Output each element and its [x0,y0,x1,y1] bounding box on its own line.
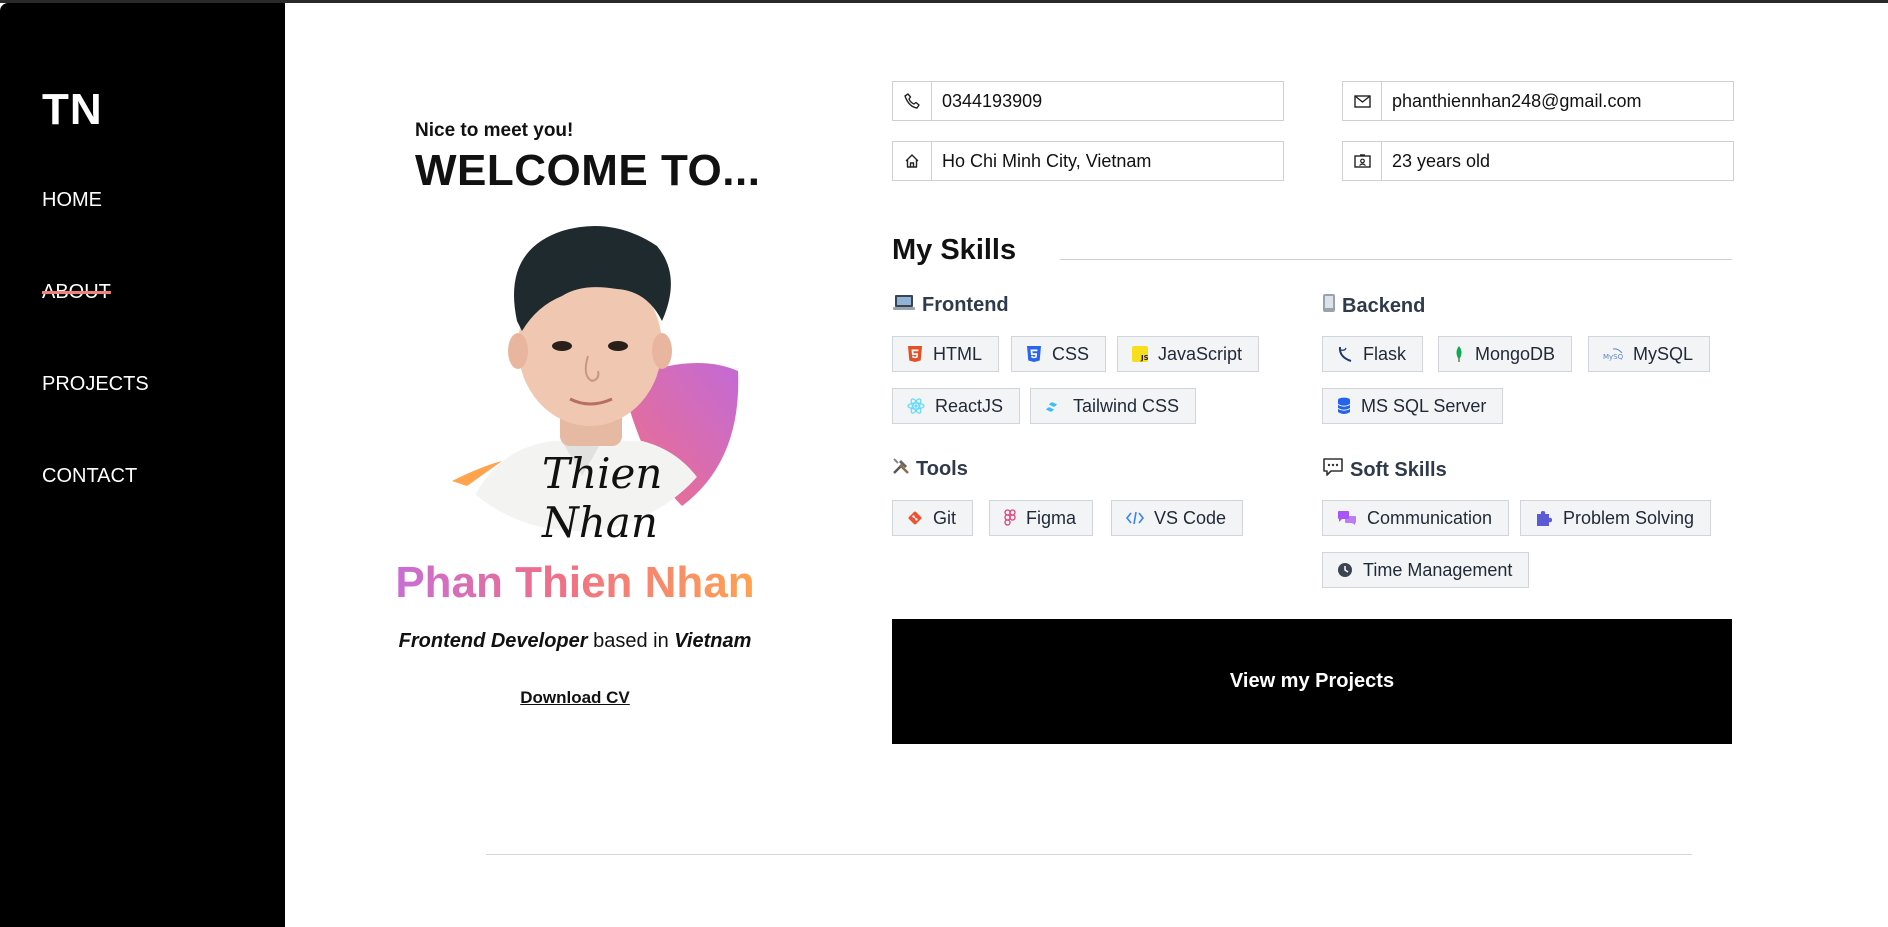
download-cv-link[interactable]: Download CV [392,688,758,708]
chat-icon [1337,510,1357,526]
skill-chip-tailwind[interactable]: Tailwind CSS [1030,388,1197,424]
phone-value: 0344193909 [942,90,1043,111]
skill-chip-javascript[interactable]: JS JavaScript [1117,336,1260,372]
category-soft-skills: Soft Skills [1322,457,1447,483]
skill-chip-html[interactable]: HTML [892,336,999,372]
skill-label: JavaScript [1158,343,1243,364]
view-projects-button[interactable]: View my Projects [892,619,1732,744]
skill-label: Figma [1026,507,1077,528]
email-value: phanthiennhan248@gmail.com [1392,90,1642,111]
id-card-icon [1343,142,1382,180]
phone-icon [893,82,932,120]
greeting-text: Nice to meet you! [415,120,574,141]
tools-icon [892,457,910,481]
figma-icon [1004,509,1016,527]
skill-label: Tailwind CSS [1073,395,1180,416]
flask-icon [1337,345,1353,363]
git-icon [907,510,923,526]
skill-chip-communication[interactable]: Communication [1322,500,1510,536]
nav-item-contact[interactable]: CONTACT [42,465,137,488]
phone-device-icon [1322,293,1336,319]
tagline-place: Vietnam [674,630,752,652]
mysql-icon: MySQL [1603,347,1623,361]
category-frontend: Frontend [892,293,1009,317]
skills-title: My Skills [892,234,1017,266]
skill-chip-git[interactable]: Git [892,500,974,536]
skill-label: Time Management [1363,559,1513,580]
skill-label: ReactJS [935,395,1004,416]
skill-label: CSS [1052,343,1090,364]
tagline: Frontend Developer based in Vietnam [392,630,758,653]
footer-divider [486,854,1692,855]
laptop-icon [892,293,916,317]
category-backend-label: Backend [1342,294,1426,317]
skills-divider [1060,259,1732,260]
skill-label: Problem Solving [1563,507,1695,528]
location-value: Ho Chi Minh City, Vietnam [942,150,1152,171]
html5-icon [907,345,923,363]
nav-item-about[interactable]: ABOUT [42,281,111,304]
tagline-mid: based in [587,630,675,652]
age-field: 23 years old [1342,141,1734,181]
mongodb-leaf-icon [1453,345,1465,363]
home-icon [893,142,932,180]
signature: Thien Nhan [542,449,663,547]
mail-icon [1343,82,1382,120]
nav-item-projects[interactable]: PROJECTS [42,373,149,396]
category-tools: Tools [892,457,968,481]
code-icon [1126,511,1144,525]
skill-label: MongoDB [1475,343,1556,364]
skill-label: MySQL [1633,343,1694,364]
tagline-role: Frontend Developer [398,630,588,652]
skill-label: HTML [933,343,982,364]
svg-text:MySQL: MySQL [1603,353,1623,361]
clock-icon [1337,562,1353,578]
css3-icon [1026,345,1042,363]
sidebar: TN HOME ABOUT PROJECTS CONTACT [0,3,285,927]
speech-bubble-icon [1322,457,1344,483]
skill-chip-time-management[interactable]: Time Management [1322,552,1530,588]
tailwind-icon [1045,400,1063,412]
skill-chip-mongodb[interactable]: MongoDB [1438,336,1573,372]
skill-chip-mssql[interactable]: MS SQL Server [1322,388,1504,424]
category-tools-label: Tools [916,457,968,480]
react-icon [907,398,925,414]
skill-chip-figma[interactable]: Figma [989,500,1094,536]
category-frontend-label: Frontend [922,293,1009,316]
skill-chip-vscode[interactable]: VS Code [1111,500,1244,536]
skill-chip-css[interactable]: CSS [1011,336,1107,372]
category-backend: Backend [1322,293,1425,319]
skill-chip-problem-solving[interactable]: Problem Solving [1520,500,1712,536]
category-soft-skills-label: Soft Skills [1350,458,1447,481]
full-name: Phan Thien Nhan [392,558,758,608]
email-field: phanthiennhan248@gmail.com [1342,81,1734,121]
puzzle-icon [1535,509,1553,527]
skill-label: Git [933,507,957,528]
skill-label: Flask [1363,343,1407,364]
javascript-icon: JS [1132,346,1148,362]
welcome-heading: WELCOME TO... [415,146,761,195]
skill-label: Communication [1367,507,1493,528]
phone-field: 0344193909 [892,81,1284,121]
skill-label: VS Code [1154,507,1227,528]
age-value: 23 years old [1392,150,1491,171]
location-field: Ho Chi Minh City, Vietnam [892,141,1284,181]
skill-label: MS SQL Server [1361,395,1487,416]
skill-chip-reactjs[interactable]: ReactJS [892,388,1021,424]
skill-chip-flask[interactable]: Flask [1322,336,1424,372]
nav-item-home[interactable]: HOME [42,189,102,212]
skill-chip-mysql[interactable]: MySQL MySQL [1588,336,1711,372]
database-icon [1337,397,1351,415]
svg-text:JS: JS [1140,354,1148,362]
logo[interactable]: TN [42,85,103,135]
profile-avatar: Thien Nhan [442,211,763,547]
